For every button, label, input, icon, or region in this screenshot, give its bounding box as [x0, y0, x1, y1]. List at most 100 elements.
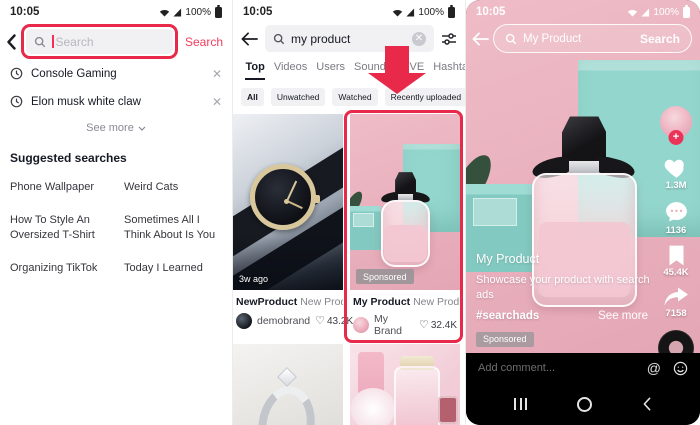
search-input[interactable]: [523, 33, 634, 45]
video-title-bold: NewProduct: [236, 296, 297, 308]
follow-plus-icon[interactable]: +: [669, 130, 684, 145]
avatar[interactable]: [353, 317, 369, 333]
clock-icon: [10, 95, 23, 108]
battery-percent: 100%: [185, 7, 211, 18]
screen-search-results: 10:05 100% ✕ Top Videos Users Sounds LIV…: [233, 0, 466, 425]
video-thumbnail-bottles[interactable]: [350, 344, 460, 425]
video-thumbnail-watch[interactable]: 3w ago: [233, 114, 343, 290]
signal-icon: [173, 8, 182, 17]
tab-hashtags[interactable]: Hashtags: [429, 59, 465, 80]
suggested-search-item[interactable]: Sometimes All I Think About Is You: [124, 204, 222, 252]
recent-search-item[interactable]: Console Gaming ✕: [0, 59, 232, 87]
chip-unwatched[interactable]: Unwatched: [271, 88, 326, 106]
tab-videos[interactable]: Videos: [269, 59, 311, 80]
video-player[interactable]: 10:05 100% Search + 1.3M: [466, 0, 700, 353]
like-count: 1.3M: [665, 180, 686, 191]
filter-sliders-icon[interactable]: [441, 32, 457, 46]
share-icon[interactable]: [663, 287, 689, 307]
back-arrow-icon[interactable]: [241, 32, 258, 46]
ring-band: [254, 382, 319, 425]
status-bar: 10:05 100%: [466, 0, 700, 20]
clear-search-icon[interactable]: ✕: [412, 32, 426, 46]
video-results-grid: 3w ago NewProduct New Product demobrand …: [233, 114, 465, 425]
annotation-arrow-down: [368, 46, 426, 94]
suggested-search-item[interactable]: Weird Cats: [124, 171, 222, 204]
comment-input[interactable]: [478, 362, 635, 374]
chip-all[interactable]: All: [241, 88, 264, 106]
tab-users[interactable]: Users: [312, 59, 350, 80]
avatar[interactable]: +: [660, 106, 692, 138]
watch-crown: [314, 195, 320, 203]
overlay-search-row: Search: [472, 24, 692, 53]
heart-icon[interactable]: [663, 154, 690, 179]
back-chevron-icon[interactable]: [6, 34, 17, 50]
like-count: ♡43.2K: [315, 316, 353, 327]
see-more-link[interactable]: See more: [598, 310, 648, 322]
video-age-label: 3w ago: [239, 274, 268, 284]
status-time: 10:05: [476, 6, 505, 18]
see-more-label: See more: [86, 122, 134, 134]
status-icons: 100%: [392, 7, 455, 18]
results-tabs: Top Videos Users Sounds LIVE Hashtags: [233, 52, 465, 80]
remove-recent-icon[interactable]: ✕: [212, 96, 222, 108]
status-icons: 100%: [159, 7, 222, 18]
search-input[interactable]: [291, 32, 406, 46]
recent-search-label: Elon musk white claw: [31, 96, 141, 108]
android-nav-bar: [466, 383, 700, 425]
video-thumbnail-perfume[interactable]: Sponsored: [350, 114, 460, 290]
home-button[interactable]: [577, 397, 592, 412]
search-bar-row: Search: [0, 20, 232, 59]
recents-button[interactable]: [514, 398, 527, 410]
comment-icon[interactable]: [664, 200, 689, 224]
battery-icon: [683, 7, 690, 18]
status-bar: 10:05 100%: [233, 0, 465, 20]
suggested-search-item[interactable]: Today I Learned: [124, 252, 222, 285]
tab-top[interactable]: Top: [241, 59, 269, 80]
search-button[interactable]: Search: [182, 35, 226, 49]
search-input[interactable]: [56, 35, 165, 49]
video-title-rest: New Product: [300, 296, 343, 308]
comment-count: 1136: [666, 225, 687, 236]
emoji-smiley-icon[interactable]: [673, 361, 688, 376]
suggested-search-item[interactable]: How To Style An Oversized T-Shirt: [10, 204, 108, 252]
hashtag-row: #searchads See more: [476, 310, 648, 322]
search-button[interactable]: Search: [640, 32, 680, 46]
bookmark-icon[interactable]: [667, 245, 686, 266]
status-bar: 10:05 100%: [0, 0, 232, 20]
back-button[interactable]: [642, 397, 652, 411]
see-more-toggle[interactable]: See more: [0, 115, 232, 142]
suggested-search-item[interactable]: Organizing TikTok: [10, 252, 108, 285]
recent-search-item[interactable]: Elon musk white claw ✕: [0, 87, 232, 115]
remove-recent-icon[interactable]: ✕: [212, 68, 222, 80]
suggested-search-item[interactable]: Phone Wallpaper: [10, 171, 108, 204]
video-title: My Product New Product: [353, 296, 460, 308]
hashtag-link[interactable]: #searchads: [476, 310, 539, 322]
wifi-icon: [159, 8, 170, 17]
wifi-icon: [392, 8, 403, 17]
share-count: 7158: [665, 308, 686, 319]
author-name[interactable]: demobrand: [257, 315, 310, 327]
back-arrow-icon[interactable]: [472, 32, 489, 46]
mention-at-icon[interactable]: @: [647, 361, 661, 375]
video-author-row: My Brand ♡32.4K: [353, 313, 457, 337]
suggested-searches-heading: Suggested searches: [0, 142, 232, 167]
video-card[interactable]: [350, 344, 460, 425]
search-bar-row: ✕: [233, 20, 465, 52]
advertiser-username[interactable]: My Product: [476, 252, 666, 266]
video-thumbnail-ring[interactable]: [233, 344, 343, 425]
search-field[interactable]: Search: [493, 24, 692, 53]
arrow-head: [368, 73, 426, 94]
video-card[interactable]: [233, 344, 343, 425]
box-mirror: [473, 198, 517, 226]
avatar[interactable]: [236, 313, 252, 329]
clock-icon: [10, 67, 23, 80]
video-card-sponsored[interactable]: Sponsored My Product New Product My Bran…: [350, 114, 460, 337]
video-card[interactable]: 3w ago NewProduct New Product demobrand …: [233, 114, 343, 337]
screen-sponsored-video: 10:05 100% Search + 1.3M: [466, 0, 700, 425]
search-field[interactable]: [26, 29, 173, 54]
search-icon: [505, 33, 517, 45]
watch-hand: [287, 200, 303, 209]
author-name[interactable]: My Brand: [374, 313, 414, 337]
heart-outline-icon: ♡: [315, 316, 325, 327]
screen-search: 10:05 100% Search Console Gaming: [0, 0, 233, 425]
